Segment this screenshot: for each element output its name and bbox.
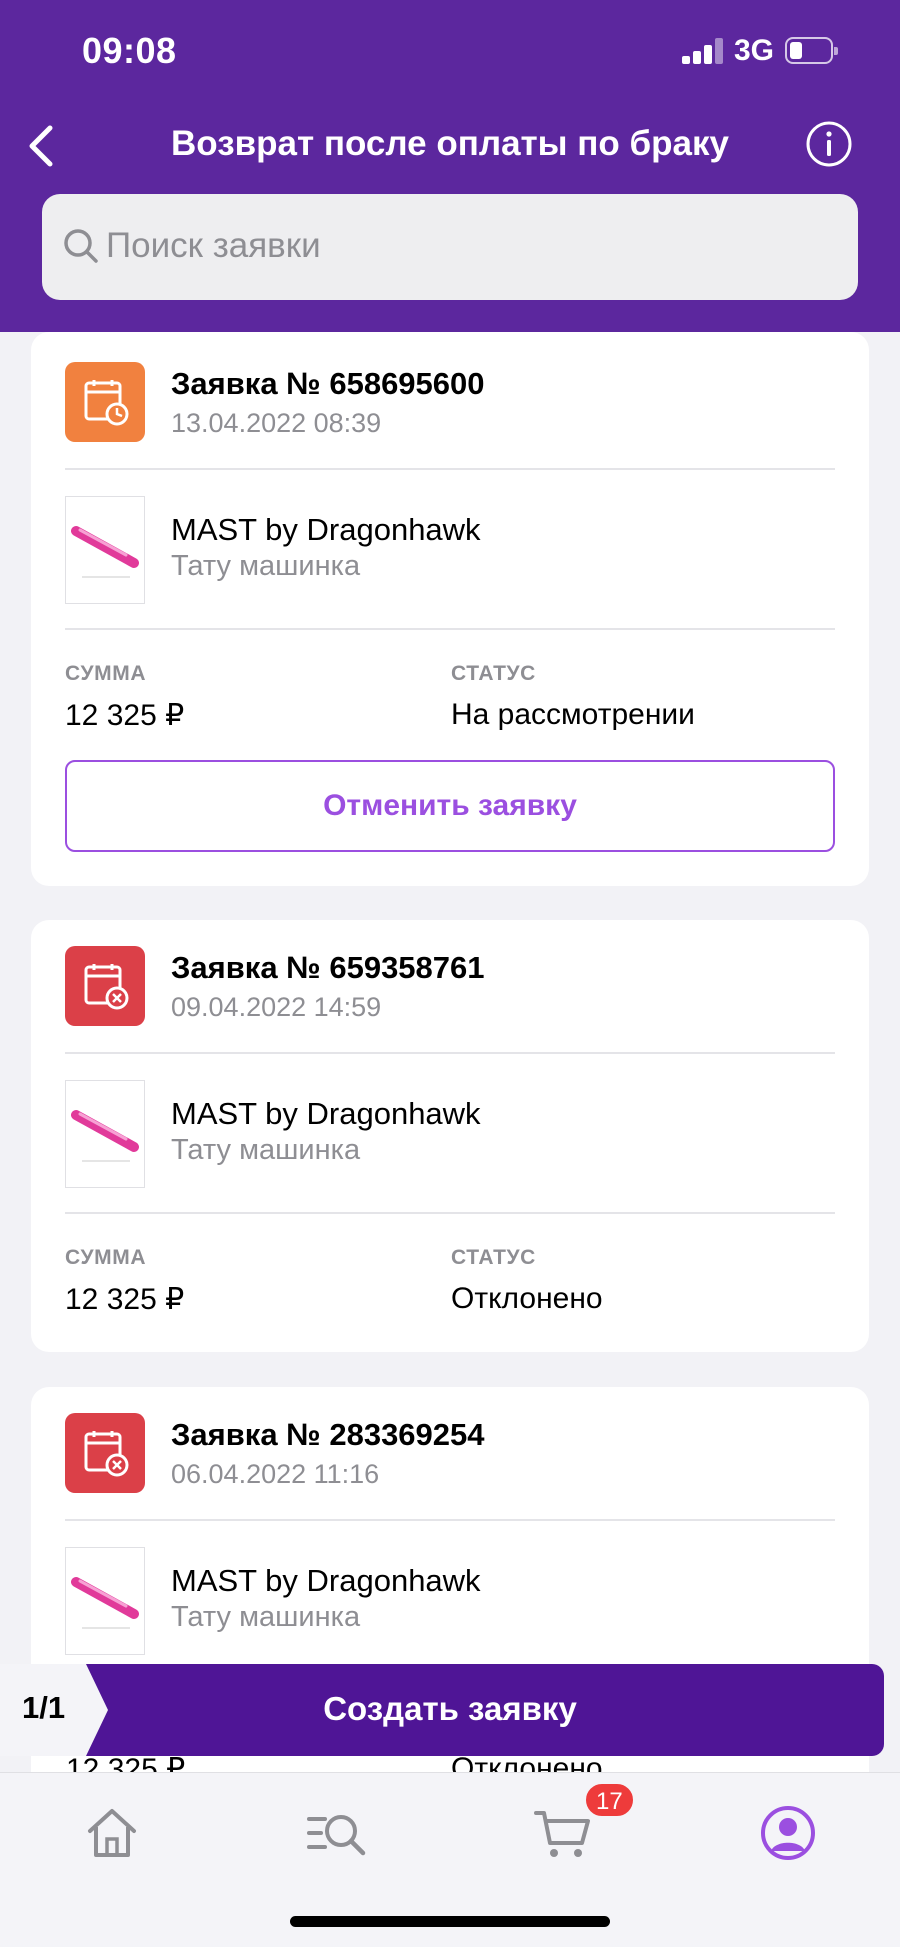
product-type: Тату машинка: [171, 1134, 361, 1166]
back-button[interactable]: [20, 118, 70, 174]
product-type: Тату машинка: [171, 1601, 361, 1633]
search-icon: [64, 229, 98, 263]
status-time: 09:08: [82, 30, 177, 71]
status-label: СТАТУС: [451, 1246, 536, 1269]
product-name: MAST by Dragonhawk: [171, 512, 481, 547]
divider: [65, 1212, 835, 1214]
sum-value: 12 325 ₽: [65, 699, 185, 732]
chevron-left-icon: [29, 125, 53, 167]
cart-badge: 17: [584, 1782, 635, 1818]
divider: [65, 1519, 835, 1521]
request-card[interactable]: Заявка № 658695600 13.04.2022 08:39 MAST…: [31, 332, 869, 886]
status-value: Отклонено: [451, 1282, 603, 1315]
status-label: СТАТУС: [451, 662, 536, 685]
divider: [65, 1052, 835, 1054]
product-image: [65, 1080, 145, 1188]
tab-profile[interactable]: [756, 1801, 820, 1865]
divider: [65, 468, 835, 470]
tab-cart[interactable]: [532, 1801, 596, 1865]
product-image: [65, 496, 145, 604]
info-icon: [806, 121, 852, 167]
search-input[interactable]: Поиск заявки: [42, 194, 858, 300]
status-bar: 09:08 3G: [0, 0, 900, 100]
tab-home[interactable]: [80, 1801, 144, 1865]
info-button[interactable]: [805, 120, 853, 168]
page-title: Возврат после оплаты по браку: [171, 124, 729, 163]
request-card[interactable]: Заявка № 659358761 09.04.2022 14:59 MAST…: [31, 920, 869, 1352]
create-request-label[interactable]: Создать заявку: [108, 1690, 792, 1728]
cart-icon: [534, 1811, 590, 1857]
request-number: Заявка № 283369254: [171, 1417, 485, 1452]
calendar-cancel-icon: [65, 1413, 145, 1493]
profile-icon: [761, 1806, 815, 1860]
product-name: MAST by Dragonhawk: [171, 1563, 481, 1598]
status-value: На рассмотрении: [451, 698, 695, 731]
sum-label: СУММА: [65, 662, 147, 685]
signal-icon: [682, 38, 724, 64]
sum-value: 12 325 ₽: [65, 1283, 185, 1316]
request-number: Заявка № 659358761: [171, 950, 485, 985]
product-image: [65, 1547, 145, 1655]
tab-catalog[interactable]: [305, 1801, 369, 1865]
product-name: MAST by Dragonhawk: [171, 1096, 481, 1131]
page-counter: 1/1: [0, 1664, 108, 1756]
calendar-clock-icon: [65, 362, 145, 442]
request-date: 13.04.2022 08:39: [171, 408, 382, 438]
request-number: Заявка № 658695600: [171, 366, 485, 401]
battery-icon: [785, 37, 838, 64]
product-type: Тату машинка: [171, 550, 361, 582]
request-date: 09.04.2022 14:59: [171, 992, 382, 1022]
home-indicator: [290, 1916, 610, 1927]
divider: [65, 628, 835, 630]
request-date: 06.04.2022 11:16: [171, 1459, 380, 1489]
sum-label: СУММА: [65, 1246, 147, 1269]
catalog-search-icon: [307, 1815, 366, 1856]
home-icon: [88, 1809, 136, 1857]
page-counter-label: 1/1: [22, 1690, 66, 1725]
header: 09:08 3G Возврат после оплаты по браку П…: [0, 0, 900, 332]
network-type: 3G: [734, 34, 775, 67]
search-placeholder: Поиск заявки: [106, 226, 321, 265]
calendar-cancel-icon: [65, 946, 145, 1026]
cancel-request-button[interactable]: Отменить заявку: [65, 760, 835, 852]
